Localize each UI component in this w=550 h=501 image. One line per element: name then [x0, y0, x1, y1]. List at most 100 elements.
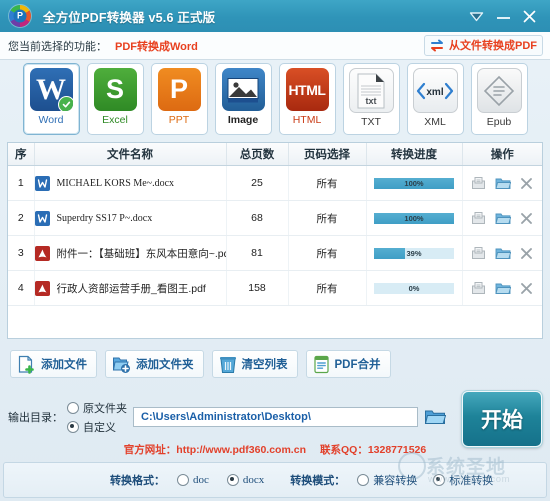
- row-progress-cell: 0%: [366, 271, 462, 306]
- row-page-selection[interactable]: 所有: [288, 201, 366, 236]
- format-radio-docx[interactable]: docx: [227, 474, 264, 486]
- add-folder-button[interactable]: 添加文件夹: [105, 350, 204, 378]
- official-website[interactable]: 官方网址：http://www.pdf360.com.cn: [124, 442, 306, 457]
- start-button-label: 开始: [481, 404, 523, 434]
- minimize-icon[interactable]: [497, 10, 510, 23]
- svg-text:xml: xml: [426, 87, 443, 98]
- row-operations-cell: [462, 236, 542, 271]
- window-title: 全方位PDF转换器 v5.6 正式版: [43, 7, 215, 26]
- table-row[interactable]: 2Superdry SS17 P~.docx68所有100%: [8, 201, 542, 236]
- column-header-pages: 总页数: [226, 143, 288, 166]
- browse-folder-button[interactable]: [424, 408, 446, 426]
- row-filename-cell: 附件一：【基础班】东风本田意向~.pd: [34, 236, 226, 271]
- row-page-selection[interactable]: 所有: [288, 271, 366, 306]
- radio-source-folder[interactable]: [67, 402, 79, 414]
- radio-compatible[interactable]: [357, 474, 369, 486]
- progress-bar-label: 100%: [374, 178, 454, 189]
- radio-custom[interactable]: [67, 421, 79, 433]
- format-option-excel[interactable]: S Excel: [87, 63, 144, 135]
- radio-docx[interactable]: [227, 474, 239, 486]
- mode-radio-compatible[interactable]: 兼容转换: [357, 472, 417, 488]
- row-progress-cell: 100%: [366, 201, 462, 236]
- format-label-html: HTML: [293, 114, 322, 126]
- row-page-selection[interactable]: 所有: [288, 166, 366, 201]
- merge-pdf-label: PDF合并: [335, 356, 381, 372]
- table-row[interactable]: 3附件一：【基础班】东风本田意向~.pd81所有39%: [8, 236, 542, 271]
- close-icon[interactable]: [523, 10, 536, 23]
- current-function-label: 您当前选择的功能：: [8, 38, 107, 54]
- word-file-icon: [35, 211, 50, 226]
- pdf-file-icon: [35, 246, 50, 261]
- remove-close-icon[interactable]: [520, 247, 533, 260]
- contact-info: 官方网址：http://www.pdf360.com.cn 联系QQ：13287…: [0, 440, 550, 459]
- open-folder-icon[interactable]: [495, 282, 511, 295]
- open-folder-icon[interactable]: [495, 177, 511, 190]
- row-page-selection[interactable]: 所有: [288, 236, 366, 271]
- word-format-icon: W: [30, 68, 73, 111]
- open-folder-icon[interactable]: [495, 247, 511, 260]
- add-file-icon: [17, 355, 36, 374]
- start-button[interactable]: 开始: [462, 391, 542, 447]
- format-option-ppt[interactable]: P PPT: [151, 63, 208, 135]
- add-file-button[interactable]: 添加文件: [10, 350, 97, 378]
- row-index: 4: [8, 271, 34, 306]
- output-mode-source-folder[interactable]: 原文件夹: [67, 400, 127, 416]
- window-controls: [469, 10, 536, 23]
- clear-list-button[interactable]: 清空列表: [212, 350, 298, 378]
- radio-doc[interactable]: [177, 474, 189, 486]
- row-progress-cell: 100%: [366, 166, 462, 201]
- radio-custom-label: 自定义: [83, 419, 116, 435]
- convert-to-pdf-link[interactable]: 从文件转换成PDF: [424, 35, 543, 56]
- format-label-image: Image: [228, 114, 258, 126]
- row-filename-cell: MICHAEL KORS Me~.docx: [34, 166, 226, 201]
- row-filename: 附件一：【基础班】东风本田意向~.pd: [57, 246, 226, 261]
- format-option-html[interactable]: HTML HTML: [279, 63, 336, 135]
- format-option-image[interactable]: Image: [215, 63, 272, 135]
- output-mode-custom[interactable]: 自定义: [67, 419, 127, 435]
- convert-mode-label: 转换模式：: [290, 472, 345, 488]
- table-row[interactable]: 4行政人资部运营手册_看图王.pdf158所有0%: [8, 271, 542, 306]
- merge-pdf-button[interactable]: PDF合并: [306, 350, 391, 378]
- row-index: 2: [8, 201, 34, 236]
- column-header-operations: 操作: [462, 143, 542, 166]
- convert-to-pdf-label: 从文件转换成PDF: [449, 37, 537, 53]
- format-radio-doc[interactable]: doc: [177, 474, 209, 486]
- format-option-epub[interactable]: Epub: [471, 63, 528, 135]
- app-logo-icon: [9, 5, 31, 27]
- radio-docx-label: docx: [243, 474, 264, 486]
- excel-glyph: S: [106, 74, 124, 105]
- row-filename-cell: Superdry SS17 P~.docx: [34, 201, 226, 236]
- remove-close-icon[interactable]: [520, 282, 533, 295]
- format-option-xml[interactable]: xml XML: [407, 63, 464, 135]
- chevron-down-icon[interactable]: [469, 10, 484, 23]
- preview-icon[interactable]: [471, 211, 486, 225]
- svg-text:txt: txt: [366, 96, 377, 106]
- file-list-table: 序 文件名称 总页数 页码选择 转换进度 操作 1MICHAEL KORS Me…: [7, 142, 543, 339]
- progress-bar-label: 0%: [374, 283, 454, 294]
- open-folder-icon[interactable]: [495, 212, 511, 225]
- output-format-picker: W Word S Excel P PPT: [0, 59, 550, 139]
- remove-close-icon[interactable]: [520, 212, 533, 225]
- html-glyph: HTML: [289, 82, 326, 98]
- table-row[interactable]: 1MICHAEL KORS Me~.docx25所有100%: [8, 166, 542, 201]
- format-label-txt: TXT: [361, 116, 381, 128]
- pdf-file-icon: [35, 281, 50, 296]
- format-option-word[interactable]: W Word: [23, 63, 80, 135]
- row-index: 1: [8, 166, 34, 201]
- remove-close-icon[interactable]: [520, 177, 533, 190]
- preview-icon[interactable]: [471, 281, 486, 295]
- mode-radio-standard[interactable]: 标准转换: [433, 472, 493, 488]
- output-path-input[interactable]: C:\Users\Administrator\Desktop\: [133, 407, 418, 427]
- merge-pdf-icon: [313, 355, 330, 374]
- progress-bar-label: 39%: [374, 248, 454, 259]
- current-function-value: PDF转换成Word: [115, 38, 198, 54]
- radio-standard[interactable]: [433, 474, 445, 486]
- format-option-txt[interactable]: txt TXT: [343, 63, 400, 135]
- preview-icon[interactable]: [471, 246, 486, 260]
- preview-icon[interactable]: [471, 176, 486, 190]
- html-format-icon: HTML: [286, 68, 329, 111]
- output-path-value: C:\Users\Administrator\Desktop\: [141, 411, 311, 423]
- selected-check-icon: [58, 96, 73, 111]
- swap-arrows-icon: [429, 39, 445, 52]
- progress-bar-label: 100%: [374, 213, 454, 224]
